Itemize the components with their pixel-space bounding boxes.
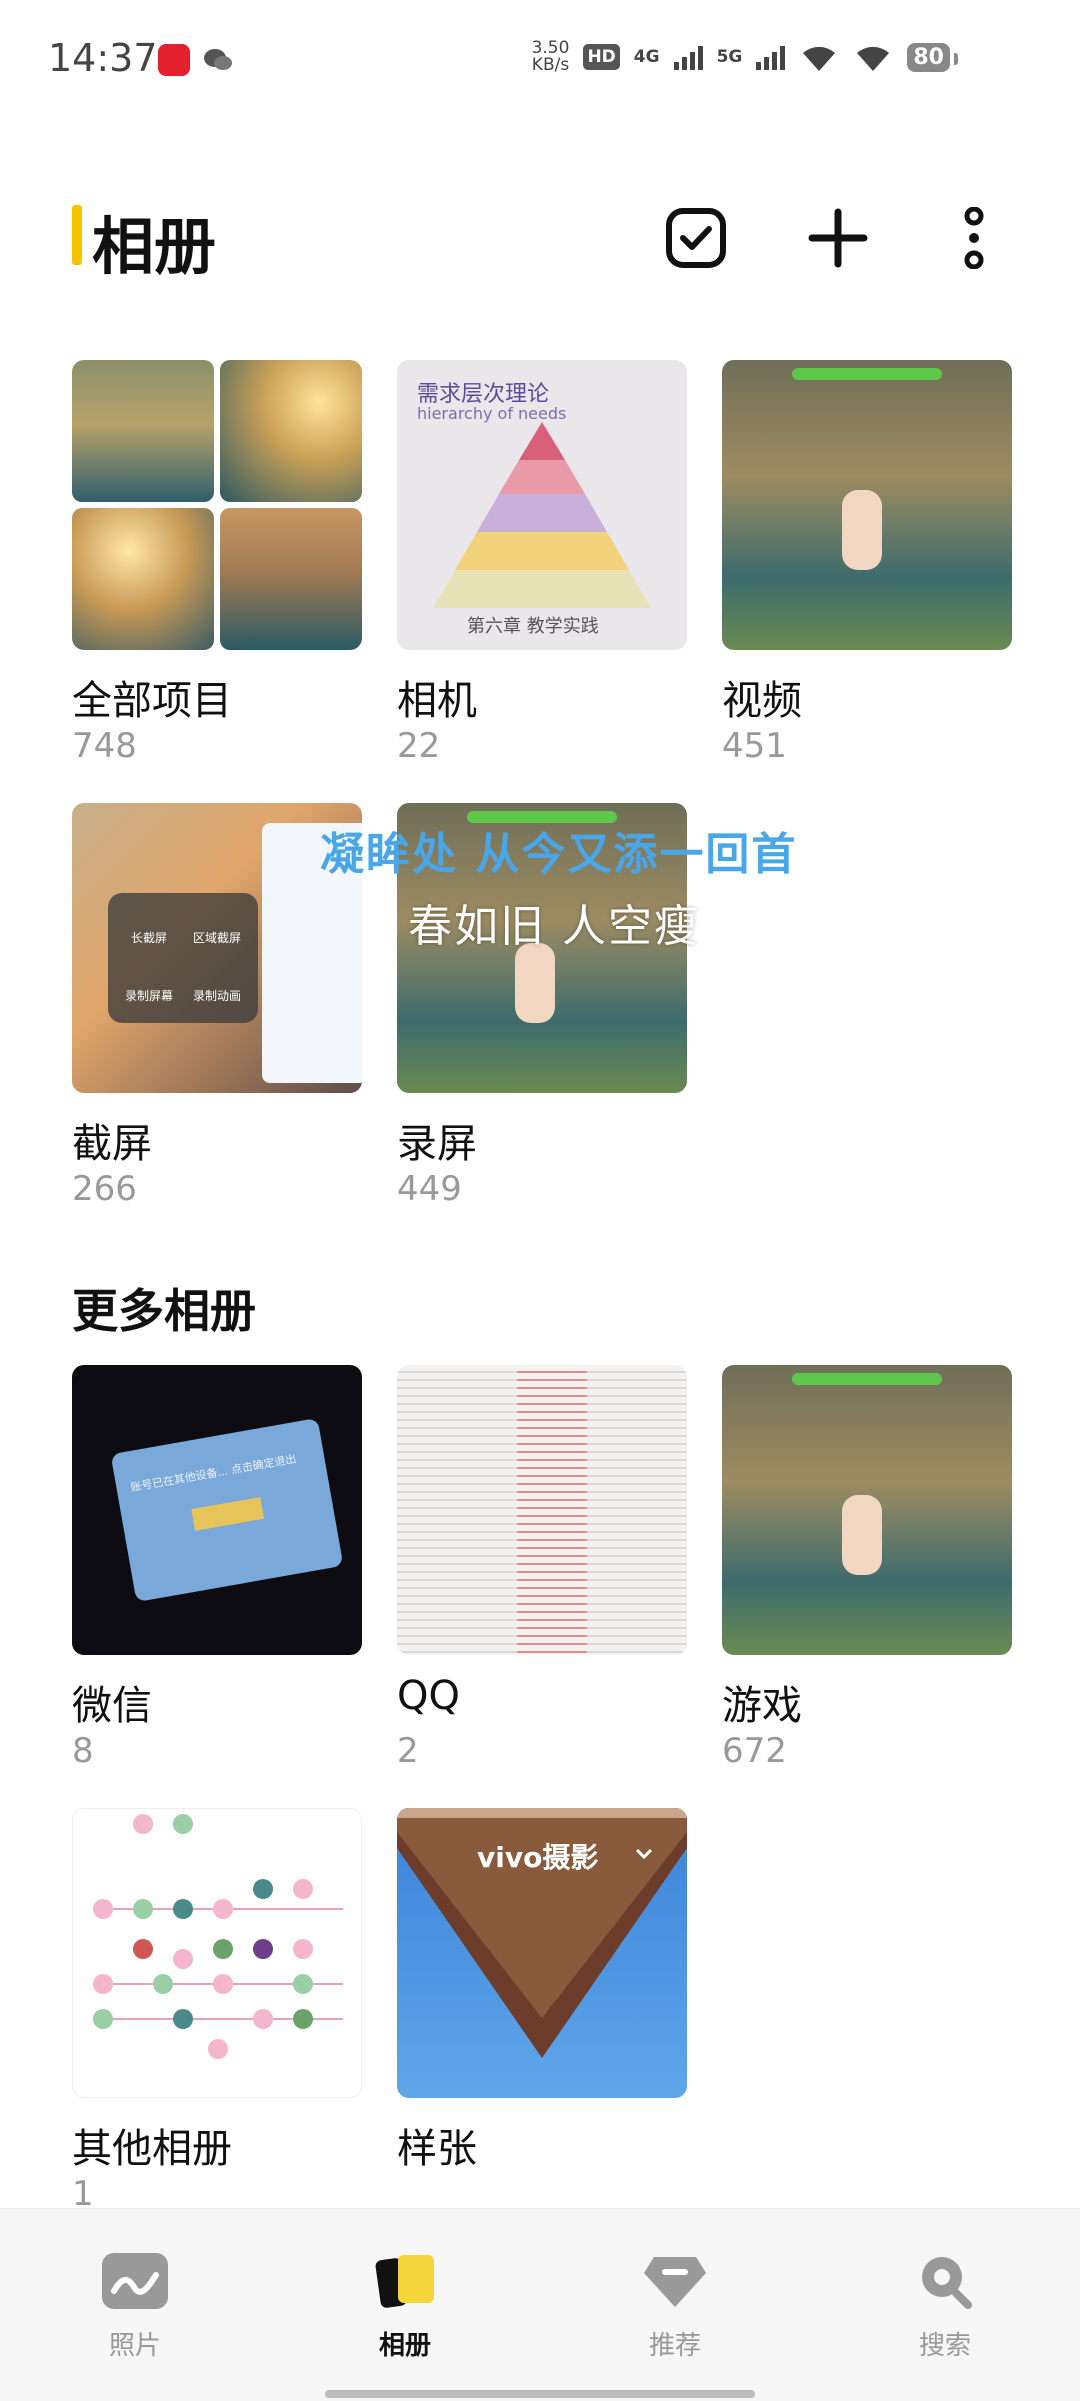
status-right: 3.50 KB/s HD 4G 5G 80 [532, 40, 958, 74]
game-character [842, 490, 882, 570]
album-wechat[interactable]: 账号已在其他设备... 点击确定退出 微信 8 [72, 1365, 362, 1775]
album-screenshots[interactable]: 长截屏 区域截屏 录制屏幕 录制动画 截屏 266 [72, 803, 362, 1213]
album-name: 视频 [722, 678, 802, 724]
photos-icon [102, 2253, 168, 2309]
nav-label: 照片 [108, 2331, 161, 2361]
nav-tab-recommend[interactable]: 推荐 [595, 2251, 755, 2362]
album-thumbnail [72, 360, 362, 650]
album-thumbnail: 需求层次理论 hierarchy of needs 第六章 教学实践 [397, 360, 687, 650]
spreadsheet-column [517, 1365, 587, 1655]
nav-label: 相册 [378, 2331, 431, 2361]
album-thumbnail [722, 360, 1012, 650]
netease-music-icon [158, 44, 190, 76]
network-speed: 3.50 KB/s [532, 40, 570, 74]
album-name: 游戏 [722, 1683, 802, 1729]
pyramid-diagram-icon [433, 422, 651, 608]
album-name: QQ [397, 1673, 460, 1719]
select-button[interactable] [654, 196, 738, 280]
album-thumbnail: vivo摄影 [397, 1808, 687, 2098]
album-games[interactable]: 游戏 672 [722, 1365, 1012, 1775]
game-character [515, 943, 555, 1023]
more-options-button[interactable] [932, 196, 1016, 280]
screenshot-menu: 长截屏 区域截屏 录制屏幕 录制动画 [108, 893, 258, 1023]
speed-unit: KB/s [531, 55, 570, 75]
menu-long-screenshot: 长截屏 [130, 931, 167, 945]
add-album-button[interactable] [796, 196, 880, 280]
album-count: 2 [397, 1731, 419, 1771]
dialog-on-screen: 账号已在其他设备... 点击确定退出 [110, 1417, 344, 1603]
hd-badge: HD [583, 44, 620, 70]
wechat-hint-text: 账号已在其他设备... 点击确定退出 [129, 1452, 298, 1495]
albums-icon [375, 2255, 434, 2308]
album-count: 672 [722, 1731, 787, 1771]
game-screenshot-tile [72, 508, 214, 650]
slide-chapter: 第六章 教学实践 [467, 616, 599, 637]
album-name: 微信 [72, 1683, 152, 1729]
chevron-down-icon [635, 1848, 653, 1860]
game-screenshot-tile [220, 360, 362, 502]
album-camera[interactable]: 需求层次理论 hierarchy of needs 第六章 教学实践 相机 22 [397, 360, 687, 770]
bottom-navigation: 照片 相册 推荐 搜索 [0, 2208, 1080, 2401]
album-thumbnail [722, 1365, 1012, 1655]
game-character [842, 1495, 882, 1575]
album-name: 全部项目 [72, 678, 232, 724]
game-screenshot-tile [220, 508, 362, 650]
search-icon [922, 2257, 972, 2309]
album-all-items[interactable]: 全部项目 748 [72, 360, 362, 770]
menu-record-screen: 录制屏幕 [124, 989, 173, 1003]
album-count: 449 [397, 1169, 462, 1209]
diamond-icon [644, 2257, 706, 2307]
album-count: 748 [72, 726, 137, 766]
health-bar [792, 368, 942, 380]
net-5g: 5G [716, 47, 743, 67]
nav-tab-search[interactable]: 搜索 [865, 2251, 1025, 2362]
album-qq[interactable]: QQ 2 [397, 1365, 687, 1775]
select-checkbox-icon [666, 208, 726, 268]
nav-label: 推荐 [648, 2331, 701, 2361]
album-thumbnail: 账号已在其他设备... 点击确定退出 [72, 1365, 362, 1655]
album-video[interactable]: 视频 451 [722, 360, 1012, 770]
page-title: 相册 [92, 210, 217, 283]
signal-icon [756, 44, 786, 70]
title-accent-bar [72, 205, 82, 265]
album-thumbnail [72, 1808, 362, 2098]
album-others[interactable]: 其他相册 1 [72, 1808, 362, 2218]
net-4g: 4G [633, 47, 660, 67]
album-count: 451 [722, 726, 787, 766]
nav-tab-albums[interactable]: 相册 [325, 2251, 485, 2362]
sticker-grid-image [93, 1814, 343, 2059]
album-name: 相机 [397, 678, 477, 724]
home-indicator[interactable] [325, 2390, 755, 2398]
album-name: 样张 [397, 2126, 477, 2172]
album-name: 录屏 [397, 1121, 477, 1167]
wechat-icon [202, 44, 234, 76]
game-screenshot-tile [72, 360, 214, 502]
more-albums-title: 更多相册 [72, 1284, 256, 1338]
health-bar [792, 1373, 942, 1385]
signal-icon [673, 44, 703, 70]
menu-region-screenshot: 区域截屏 [192, 931, 241, 945]
wifi-icon [857, 46, 890, 71]
status-time: 14:37 [48, 36, 158, 80]
wifi-icon [803, 46, 836, 71]
album-count: 22 [397, 726, 441, 766]
floating-lyric-line-1: 凝眸处 从今又添一回首 [320, 829, 798, 880]
album-thumbnail [397, 1365, 687, 1655]
vivo-photography-label: vivo摄影 [477, 1841, 599, 1874]
add-icon [808, 208, 868, 268]
nav-label: 搜索 [918, 2331, 971, 2361]
album-name: 截屏 [72, 1121, 152, 1167]
menu-record-animation: 录制动画 [192, 989, 241, 1003]
nav-tab-photos[interactable]: 照片 [55, 2251, 215, 2362]
more-vertical-icon [964, 207, 984, 269]
battery-indicator: 80 [907, 42, 958, 72]
album-samples[interactable]: vivo摄影 样张 [397, 1808, 687, 2218]
floating-lyric-line-2: 春如旧 人空瘦 [408, 901, 700, 952]
status-bar: 14:37 3.50 KB/s HD 4G 5G 80 [0, 0, 1080, 124]
album-thumbnail: 长截屏 区域截屏 录制屏幕 录制动画 [72, 803, 362, 1093]
album-count: 8 [72, 1731, 94, 1771]
dialog-button [191, 1497, 265, 1531]
album-count: 266 [72, 1169, 137, 1209]
album-name: 其他相册 [72, 2126, 232, 2172]
